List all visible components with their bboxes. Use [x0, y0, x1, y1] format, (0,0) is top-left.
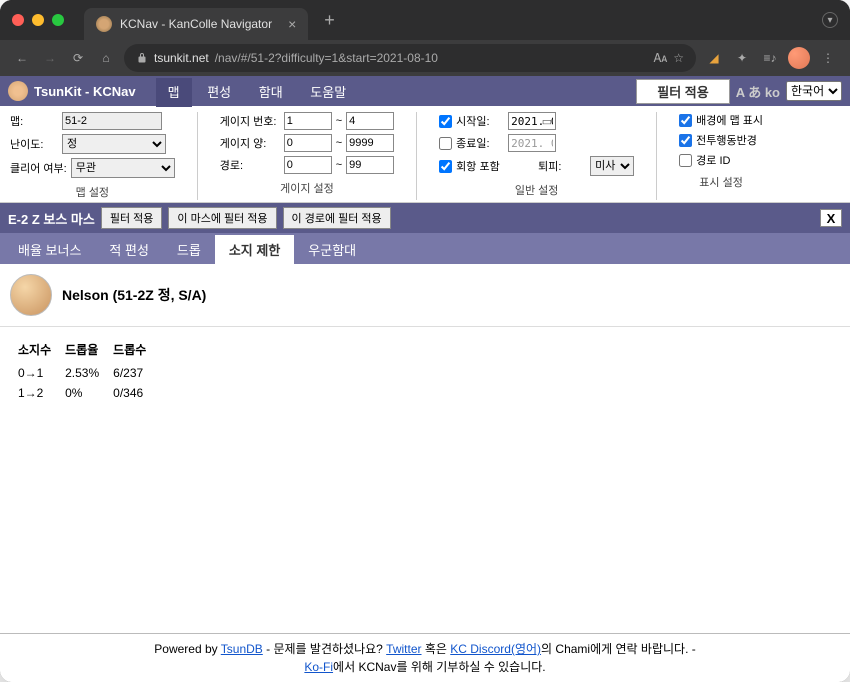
browser-tab-bar: KCNav - KanColle Navigator × + ▾: [0, 0, 850, 40]
node-filter-button[interactable]: 필터 적용: [101, 207, 163, 229]
end-date-label: 종료일:: [456, 135, 504, 151]
footer: Powered by TsunDB - 문제를 발견하셨나요? Twitter …: [0, 633, 850, 682]
new-tab-button[interactable]: +: [324, 10, 335, 31]
reading-list-icon[interactable]: ≡♪: [760, 48, 780, 68]
detail-tabs: 배율 보너스 적 편성 드롭 소지 제한 우군함대: [0, 233, 850, 264]
gauge-num-to[interactable]: [346, 112, 394, 130]
node-filter-route-button[interactable]: 이 경로에 필터 적용: [283, 207, 391, 229]
kofi-link[interactable]: Ko-Fi: [304, 660, 333, 674]
nav-fleet[interactable]: 함대: [247, 85, 295, 100]
section-close-button[interactable]: X: [820, 209, 842, 227]
window-maximize-button[interactable]: [52, 14, 64, 26]
end-date-checkbox[interactable]: [439, 137, 452, 150]
general-section-title: 일반 설정: [439, 182, 634, 198]
forward-button[interactable]: →: [40, 51, 60, 65]
tab-bonus[interactable]: 배율 보너스: [4, 235, 95, 264]
reload-button[interactable]: ⟳: [68, 51, 88, 65]
tsundb-link[interactable]: TsunDB: [221, 642, 263, 656]
gauge-hp-label: 게이지 양:: [220, 135, 280, 151]
start-date-input[interactable]: [508, 112, 556, 130]
extensions-button[interactable]: ✦: [732, 48, 752, 68]
ship-header: Nelson (51-2Z 정, S/A): [0, 264, 850, 327]
tab-title: KCNav - KanColle Navigator: [120, 17, 272, 31]
start-date-checkbox[interactable]: [439, 115, 452, 128]
map-input[interactable]: [62, 112, 162, 130]
url-domain: tsunkit.net: [154, 51, 209, 65]
rotation-checkbox[interactable]: [439, 160, 452, 173]
tab-close-button[interactable]: ×: [288, 16, 296, 32]
node-title: E-2 Z 보스 마스: [8, 209, 95, 228]
favicon: [96, 16, 112, 32]
browser-toolbar: ← → ⟳ ⌂ tsunkit.net/nav/#/51-2?difficult…: [0, 40, 850, 76]
window-close-button[interactable]: [12, 14, 24, 26]
table-row: 1→2 0% 0/346: [18, 384, 158, 402]
col-count: 드롭수: [113, 339, 158, 362]
combat-radius-checkbox[interactable]: [679, 134, 692, 147]
window-minimize-button[interactable]: [32, 14, 44, 26]
difficulty-select[interactable]: 정: [62, 134, 166, 154]
filter-panel: 맵: 난이도:정 클리어 여부:무관 맵 설정 게이지 번호:~ 게이지 양:~…: [0, 106, 850, 203]
combat-radius-label: 전투행동반경: [696, 132, 757, 148]
gauge-hp-to[interactable]: [346, 134, 394, 152]
route-label: 경로:: [220, 157, 280, 173]
ship-name: Nelson (51-2Z 정, S/A): [62, 285, 206, 305]
tab-friend[interactable]: 우군함대: [294, 235, 370, 264]
gauge-num-from[interactable]: [284, 112, 332, 130]
url-path: /nav/#/51-2?difficulty=1&start=2021-08-1…: [215, 51, 438, 65]
tab-drop[interactable]: 드롭: [163, 235, 215, 264]
apply-filter-button[interactable]: 필터 적용: [636, 79, 729, 104]
address-bar[interactable]: tsunkit.net/nav/#/51-2?difficulty=1&star…: [124, 44, 696, 72]
route-id-checkbox[interactable]: [679, 154, 692, 167]
map-label: 맵:: [10, 113, 58, 129]
end-date-input[interactable]: [508, 134, 556, 152]
map-section-title: 맵 설정: [10, 184, 175, 200]
lang-indicator: A あ ko: [736, 82, 780, 101]
retreat-select[interactable]: 미사: [590, 156, 634, 176]
bg-map-checkbox[interactable]: [679, 114, 692, 127]
back-button[interactable]: ←: [12, 51, 32, 65]
display-section-title: 표시 설정: [679, 174, 763, 190]
start-date-label: 시작일:: [456, 113, 504, 129]
app-brand: TsunKit - KCNav: [34, 84, 136, 99]
gauge-hp-from[interactable]: [284, 134, 332, 152]
route-from[interactable]: [284, 156, 332, 174]
cleared-label: 클리어 여부:: [10, 160, 67, 176]
route-id-label: 경로 ID: [696, 152, 730, 168]
table-row: 0→1 2.53% 6/237: [18, 364, 158, 382]
translate-icon[interactable]: 🗛: [654, 51, 668, 66]
menu-button[interactable]: ⋮: [818, 48, 838, 68]
browser-tab[interactable]: KCNav - KanColle Navigator ×: [84, 8, 308, 40]
nav-map[interactable]: 맵: [156, 78, 192, 107]
col-owned: 소지수: [18, 339, 63, 362]
col-rate: 드롭율: [65, 339, 111, 362]
node-section-bar: E-2 Z 보스 마스 필터 적용 이 마스에 필터 적용 이 경로에 필터 적…: [0, 203, 850, 233]
discord-link[interactable]: KC Discord(영어): [450, 642, 541, 656]
route-to[interactable]: [346, 156, 394, 174]
nav-help[interactable]: 도움말: [298, 85, 358, 100]
gauge-num-label: 게이지 번호:: [220, 113, 280, 129]
tab-limit[interactable]: 소지 제한: [215, 235, 294, 264]
tab-enemy[interactable]: 적 편성: [95, 235, 163, 264]
profile-avatar[interactable]: [788, 47, 810, 69]
nav-comp[interactable]: 편성: [195, 85, 243, 100]
bg-map-label: 배경에 맵 표시: [696, 112, 763, 128]
rotation-label: 회항 포함: [456, 158, 504, 174]
home-button[interactable]: ⌂: [96, 51, 116, 65]
difficulty-label: 난이도:: [10, 136, 58, 152]
node-filter-node-button[interactable]: 이 마스에 필터 적용: [168, 207, 276, 229]
chevron-down-icon[interactable]: ▾: [822, 12, 838, 28]
twitter-link[interactable]: Twitter: [386, 642, 421, 656]
extension-icon[interactable]: ◢: [704, 48, 724, 68]
app-logo: [8, 81, 28, 101]
retreat-label: 퇴피:: [538, 158, 586, 174]
drop-table: 소지수 드롭율 드롭수 0→1 2.53% 6/237 1→2 0% 0/346: [0, 327, 176, 414]
lock-icon: [136, 52, 148, 64]
app-header: TsunKit - KCNav 맵 편성 함대 도움말 필터 적용 A あ ko…: [0, 76, 850, 106]
star-icon[interactable]: ☆: [673, 51, 684, 65]
gauge-section-title: 게이지 설정: [220, 180, 394, 196]
language-select[interactable]: 한국어: [786, 81, 842, 101]
ship-avatar: [10, 274, 52, 316]
cleared-select[interactable]: 무관: [71, 158, 175, 178]
